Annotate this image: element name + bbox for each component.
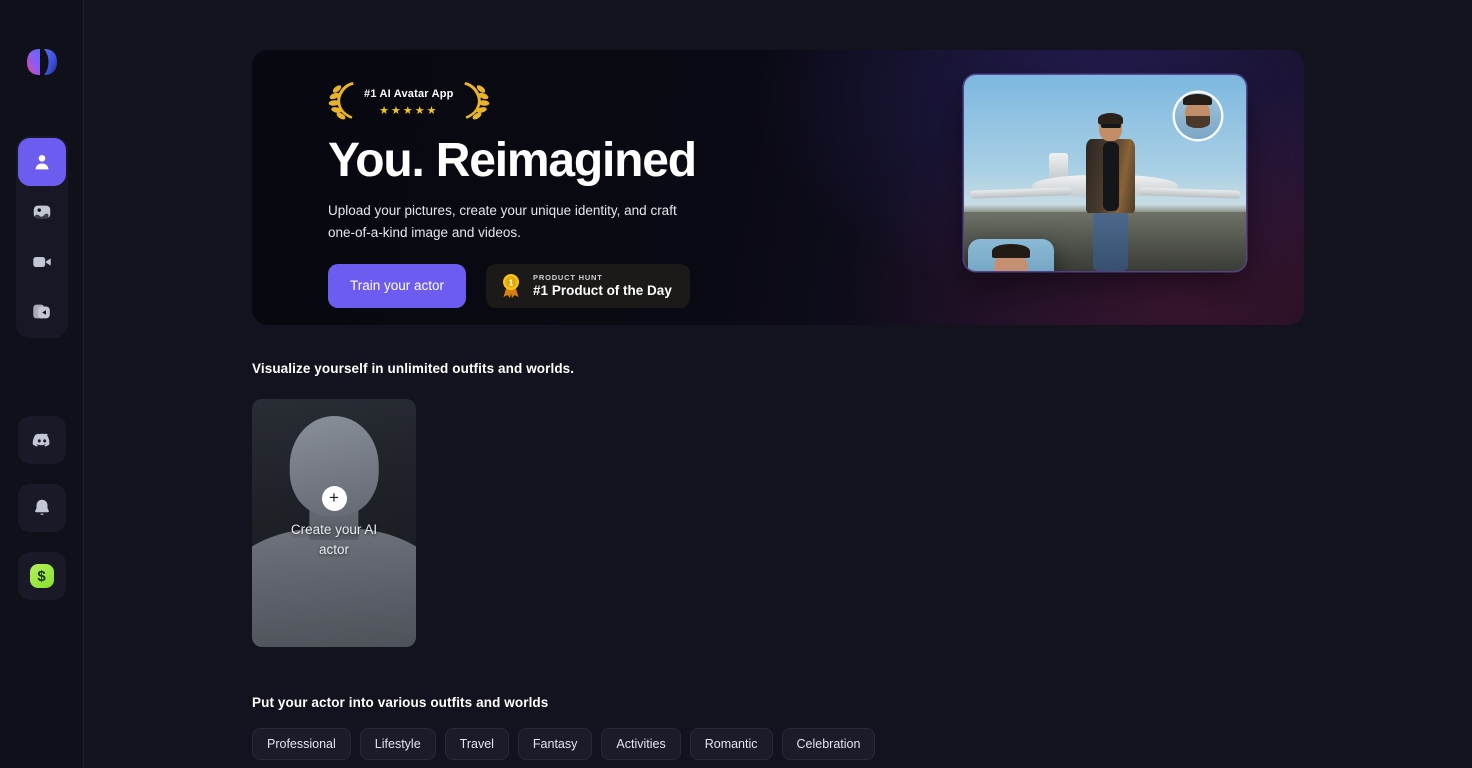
- svg-text:1: 1: [509, 278, 514, 287]
- person-shirt: [1102, 142, 1119, 212]
- source-photo-thumbnail: [968, 239, 1054, 271]
- laurel-right-icon: [464, 82, 489, 120]
- bubble-beard: [1185, 115, 1210, 128]
- category-chip-professional[interactable]: Professional: [252, 728, 351, 760]
- medal-icon: 1: [503, 273, 520, 298]
- source-face-bubble: [1174, 92, 1221, 139]
- sidebar-item-images[interactable]: [18, 188, 66, 236]
- video-camera-icon: [31, 251, 53, 273]
- hero-showcase-image: [964, 75, 1246, 271]
- award-badge-title: #1 AI Avatar App: [364, 87, 454, 100]
- hero-heading: You. Reimagined: [328, 134, 697, 187]
- sidebar-item-library[interactable]: [18, 288, 66, 336]
- create-actor-label: Create your AI actor: [290, 521, 378, 557]
- person-jeans: [1093, 208, 1128, 271]
- sidebar-item-credits[interactable]: $: [17, 552, 66, 600]
- category-chip-romantic[interactable]: Romantic: [689, 728, 773, 760]
- actors-section-heading: Visualize yourself in unlimited outfits …: [252, 361, 575, 376]
- product-hunt-title: #1 Product of the Day: [533, 283, 672, 299]
- bubble-hair: [1182, 93, 1213, 106]
- hero-actions: Train your actor 1 PRODUCT HUNT #1 Produ…: [328, 263, 768, 308]
- category-chip-fantasy[interactable]: Fantasy: [517, 728, 593, 760]
- discord-icon: [31, 429, 53, 451]
- hero-copy: #1 AI Avatar App ★★★★★ You. Reimagined U…: [328, 78, 768, 308]
- product-hunt-kicker: PRODUCT HUNT: [533, 273, 603, 283]
- create-ai-actor-card[interactable]: + Create your AI actor: [252, 399, 416, 647]
- laurel-left-icon: [328, 82, 354, 120]
- category-chip-activities[interactable]: Activities: [601, 728, 681, 760]
- thumbnail-hair: [992, 244, 1030, 259]
- outfits-section-heading: Put your actor into various outfits and …: [252, 695, 549, 710]
- award-badge-text: #1 AI Avatar App ★★★★★: [360, 88, 458, 117]
- product-hunt-text: PRODUCT HUNT #1 Product of the Day: [533, 273, 672, 298]
- sidebar-primary-nav: [15, 136, 68, 338]
- sidebar-item-notifications[interactable]: [17, 484, 66, 532]
- category-chip-travel[interactable]: Travel: [444, 728, 509, 760]
- generated-person: [1085, 112, 1136, 271]
- category-chip-celebration[interactable]: Celebration: [781, 728, 876, 760]
- category-chip-list: Professional Lifestyle Travel Fantasy Ac…: [252, 728, 1304, 760]
- sidebar: $: [0, 0, 84, 768]
- sidebar-item-actors[interactable]: [17, 138, 66, 186]
- star-rating: ★★★★★: [379, 104, 439, 117]
- main-content: #1 AI Avatar App ★★★★★ You. Reimagined U…: [84, 0, 1472, 768]
- award-badge: #1 AI Avatar App ★★★★★: [328, 78, 768, 126]
- create-actor-overlay: + Create your AI actor: [252, 399, 416, 647]
- hero-banner: #1 AI Avatar App ★★★★★ You. Reimagined U…: [252, 50, 1304, 325]
- sidebar-item-videos[interactable]: [18, 238, 66, 286]
- dollar-icon: $: [29, 564, 54, 588]
- category-chip-lifestyle[interactable]: Lifestyle: [359, 728, 436, 760]
- person-icon: [31, 151, 53, 173]
- train-your-actor-button[interactable]: Train your actor: [328, 263, 467, 308]
- plus-icon[interactable]: +: [321, 485, 347, 511]
- image-icon: [31, 201, 53, 223]
- sidebar-secondary-nav: $: [17, 416, 66, 600]
- app-logo[interactable]: [22, 42, 62, 82]
- hero-subheading: Upload your pictures, create your unique…: [328, 202, 677, 240]
- product-hunt-badge[interactable]: 1 PRODUCT HUNT #1 Product of the Day: [486, 263, 690, 308]
- bell-icon: [31, 497, 53, 519]
- person-sunglasses: [1100, 123, 1122, 129]
- video-library-icon: [31, 301, 53, 323]
- sidebar-item-discord[interactable]: [17, 416, 66, 464]
